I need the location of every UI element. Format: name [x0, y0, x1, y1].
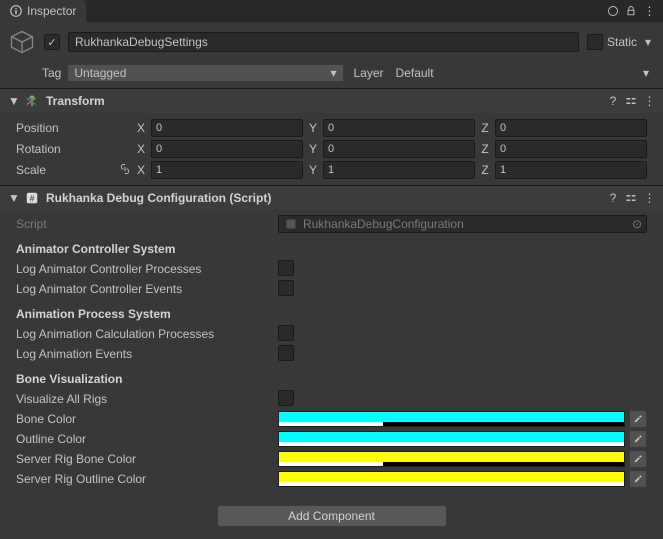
scale-z-input[interactable] [495, 161, 647, 179]
info-icon [10, 5, 22, 17]
eyedropper-icon[interactable] [629, 430, 647, 448]
animator-controller-section-title: Animator Controller System [16, 242, 647, 256]
lock-icon[interactable] [625, 5, 637, 17]
gameobject-header: Static ▾ [0, 22, 663, 62]
log-animation-events-row: Log Animation Events [16, 344, 647, 364]
outline-color-swatch[interactable] [278, 431, 625, 447]
layer-label: Layer [354, 66, 384, 80]
eyedropper-icon[interactable] [629, 470, 647, 488]
rotation-label: Rotation [16, 142, 125, 156]
server-outline-color-swatch[interactable] [278, 471, 625, 487]
csharp-icon [283, 216, 299, 232]
bone-color-swatch[interactable] [278, 411, 625, 427]
script-value: RukhankaDebugConfiguration [303, 217, 464, 231]
eyedropper-icon[interactable] [629, 410, 647, 428]
add-component-button[interactable]: Add Component [217, 505, 447, 527]
context-menu-icon[interactable]: ⋮ [643, 95, 655, 107]
y-axis-label: Y [307, 121, 319, 135]
position-x-input[interactable] [151, 119, 303, 137]
log-animator-events-checkbox[interactable] [278, 280, 294, 296]
svg-text:#: # [30, 194, 35, 204]
layers-icon[interactable] [607, 5, 619, 17]
context-menu-icon[interactable]: ⋮ [643, 192, 655, 204]
scale-row: Scale X Y Z [16, 160, 647, 180]
bone-color-row: Bone Color [16, 409, 647, 429]
debug-config-component: ▼ # Rukhanka Debug Configuration (Script… [0, 185, 663, 493]
script-field: RukhankaDebugConfiguration ⊙ [278, 215, 647, 233]
visualize-all-rigs-checkbox[interactable] [278, 390, 294, 406]
debug-config-title: Rukhanka Debug Configuration (Script) [46, 191, 601, 205]
gameobject-icon[interactable] [8, 28, 36, 56]
script-icon: # [24, 190, 40, 206]
eyedropper-icon[interactable] [629, 450, 647, 468]
foldout-toggle[interactable]: ▼ [8, 191, 18, 205]
static-dropdown-arrow[interactable]: ▾ [641, 35, 655, 49]
tag-dropdown[interactable]: Untagged ▾ [67, 64, 343, 82]
rotation-z-input[interactable] [495, 140, 647, 158]
visualize-all-rigs-row: Visualize All Rigs [16, 389, 647, 409]
log-animator-events-row: Log Animator Controller Events [16, 279, 647, 299]
help-icon[interactable]: ? [607, 192, 619, 204]
inspector-tab[interactable]: Inspector [0, 0, 86, 22]
chevron-down-icon: ▾ [330, 66, 336, 80]
z-axis-label: Z [479, 121, 491, 135]
rotation-row: Rotation X Y Z [16, 139, 647, 159]
static-checkbox[interactable] [587, 34, 603, 50]
rotation-y-input[interactable] [323, 140, 475, 158]
log-animation-events-checkbox[interactable] [278, 345, 294, 361]
foldout-toggle[interactable]: ▼ [8, 94, 18, 108]
constrain-scale-icon[interactable] [119, 163, 131, 178]
position-row: Position X Y Z [16, 118, 647, 138]
transform-title: Transform [46, 94, 601, 108]
log-animator-processes-checkbox[interactable] [278, 260, 294, 276]
context-menu-icon[interactable]: ⋮ [643, 5, 655, 17]
script-row: Script RukhankaDebugConfiguration ⊙ [16, 214, 647, 234]
scale-x-input[interactable] [151, 161, 303, 179]
chevron-down-icon: ▾ [643, 66, 649, 80]
static-label: Static [607, 35, 637, 49]
log-calc-processes-row: Log Animation Calculation Processes [16, 324, 647, 344]
object-picker-icon[interactable]: ⊙ [632, 217, 642, 231]
tag-label: Tag [42, 66, 61, 80]
position-label: Position [16, 121, 125, 135]
tag-value: Untagged [74, 66, 126, 80]
tab-bar: Inspector ⋮ [0, 0, 663, 22]
rotation-x-input[interactable] [151, 140, 303, 158]
presets-icon[interactable] [625, 95, 637, 107]
tab-title: Inspector [27, 4, 76, 18]
add-component-row: Add Component [0, 493, 663, 539]
bone-viz-section-title: Bone Visualization [16, 372, 647, 386]
layer-dropdown[interactable]: Default ▾ [390, 64, 655, 82]
gameobject-name-input[interactable] [68, 32, 579, 52]
transform-icon [24, 93, 40, 109]
layer-value: Default [396, 66, 434, 80]
transform-component: ▼ Transform ? ⋮ Position X Y Z Rotation … [0, 88, 663, 185]
server-outline-color-row: Server Rig Outline Color [16, 469, 647, 489]
scale-y-input[interactable] [323, 161, 475, 179]
enabled-checkbox[interactable] [44, 34, 60, 50]
position-z-input[interactable] [495, 119, 647, 137]
help-icon[interactable]: ? [607, 95, 619, 107]
x-axis-label: X [135, 121, 147, 135]
script-label: Script [16, 217, 278, 231]
tag-layer-row: Tag Untagged ▾ Layer Default ▾ [0, 62, 663, 88]
server-bone-color-swatch[interactable] [278, 451, 625, 467]
scale-label: Scale [16, 163, 119, 177]
server-bone-color-row: Server Rig Bone Color [16, 449, 647, 469]
position-y-input[interactable] [323, 119, 475, 137]
transform-header[interactable]: ▼ Transform ? ⋮ [0, 89, 663, 113]
presets-icon[interactable] [625, 192, 637, 204]
log-calc-processes-checkbox[interactable] [278, 325, 294, 341]
animation-process-section-title: Animation Process System [16, 307, 647, 321]
log-animator-processes-row: Log Animator Controller Processes [16, 259, 647, 279]
outline-color-row: Outline Color [16, 429, 647, 449]
debug-config-header[interactable]: ▼ # Rukhanka Debug Configuration (Script… [0, 186, 663, 210]
